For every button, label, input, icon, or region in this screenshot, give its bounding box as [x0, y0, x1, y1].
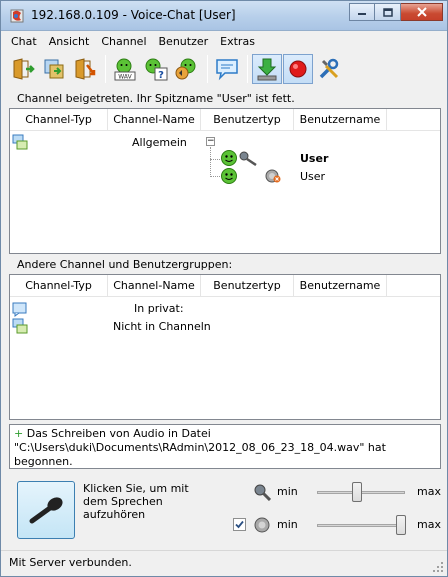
- collapse-toggle[interactable]: −: [206, 137, 215, 146]
- move-button[interactable]: [39, 54, 69, 84]
- user-row[interactable]: User: [220, 149, 440, 167]
- record-icon: [289, 60, 307, 78]
- tools-button[interactable]: [314, 54, 344, 84]
- close-icon: [416, 7, 427, 17]
- title-bar[interactable]: 192.168.0.109 - Voice-Chat [User]: [1, 1, 447, 31]
- speaker-slider-track[interactable]: [317, 524, 405, 527]
- channel-list-header: Channel-Typ Channel-Name Benutzertyp Ben…: [10, 109, 440, 131]
- not-in-channel-row[interactable]: Nicht in Channeln: [10, 317, 440, 335]
- join-channel-icon: [13, 58, 35, 80]
- mic-slider-thumb[interactable]: [351, 482, 362, 502]
- user-row[interactable]: User: [220, 167, 440, 185]
- channel-type-icon: [12, 134, 28, 150]
- column-channel-name[interactable]: Channel-Name: [108, 275, 201, 296]
- user-help-icon: ?: [145, 58, 168, 81]
- close-button[interactable]: [401, 3, 443, 21]
- toolbar-separator: [105, 55, 106, 83]
- speaker-volume-icon: [254, 517, 270, 533]
- column-channel-typ[interactable]: Channel-Typ: [10, 109, 108, 130]
- column-benutzername[interactable]: Benutzername: [294, 109, 387, 130]
- not-in-channel-label: Nicht in Channeln: [113, 320, 211, 333]
- column-benutzertyp[interactable]: Benutzertyp: [201, 275, 294, 296]
- join-channel-button[interactable]: [8, 54, 38, 84]
- download-icon: [257, 58, 277, 81]
- toolbar-separator: [207, 55, 208, 83]
- menu-bar: Chat Ansicht Channel Benutzer Extras: [1, 31, 447, 51]
- mic-min-label: min: [277, 485, 298, 498]
- private-label: In privat:: [134, 302, 184, 315]
- move-icon: [44, 59, 64, 79]
- user-sound-icon: [175, 58, 196, 80]
- other-list-header: Channel-Typ Channel-Name Benutzertyp Ben…: [10, 275, 440, 297]
- leave-channel-button[interactable]: [70, 54, 100, 84]
- user-type-speaker-muted-icon: [265, 169, 281, 183]
- other-channels-label: Andere Channel und Benutzergruppen:: [17, 258, 233, 271]
- status-bar: Mit Server verbunden.: [1, 550, 447, 576]
- app-window: 192.168.0.109 - Voice-Chat [User] Chat A…: [0, 0, 448, 577]
- leave-icon: [75, 58, 96, 80]
- chat-message-icon: [216, 59, 238, 81]
- voice-controls: Klicken Sie, um mit dem Sprechen aufzuhö…: [9, 473, 441, 545]
- tree-line: [210, 147, 211, 177]
- record-button[interactable]: [283, 54, 313, 84]
- mic-volume-icon: [254, 484, 271, 501]
- user-smiley-icon: [221, 168, 237, 184]
- tools-icon: [319, 58, 339, 79]
- channel-list[interactable]: Channel-Typ Channel-Name Benutzertyp Ben…: [9, 108, 441, 254]
- menu-chat[interactable]: Chat: [5, 35, 43, 48]
- log-marker: +: [14, 427, 24, 440]
- microphone-icon: [29, 497, 63, 524]
- mic-volume-row: min max: [249, 480, 441, 504]
- resize-grip-icon[interactable]: [432, 561, 444, 573]
- app-logo-icon: [10, 9, 24, 23]
- checkmark-icon: [235, 520, 244, 529]
- log-message: Das Schreiben von Audio in Datei "C:\Use…: [14, 427, 386, 468]
- chat-message-button[interactable]: [212, 54, 242, 84]
- user-wav-icon: WAV: [114, 58, 136, 81]
- toolbar-separator: [247, 55, 248, 83]
- speaker-volume-row: min max: [231, 513, 441, 537]
- tree-line: [210, 176, 220, 177]
- toolbar: WAV ?: [1, 51, 447, 87]
- channel-name: Allgemein: [132, 136, 187, 149]
- log-area[interactable]: + Das Schreiben von Audio in Datei "C:\U…: [9, 424, 441, 469]
- menu-ansicht[interactable]: Ansicht: [43, 35, 96, 48]
- speaker-enable-checkbox[interactable]: [233, 518, 246, 531]
- user-type-mic-icon: [239, 151, 257, 166]
- private-row[interactable]: In privat:: [10, 300, 440, 318]
- talk-hint: Klicken Sie, um mit dem Sprechen aufzuhö…: [83, 482, 189, 521]
- maximize-button[interactable]: [375, 3, 401, 21]
- download-button[interactable]: [252, 54, 282, 84]
- user-smiley-icon: [221, 150, 237, 166]
- speaker-min-label: min: [277, 518, 298, 531]
- column-channel-typ[interactable]: Channel-Typ: [10, 275, 108, 296]
- private-channel-icon: [12, 302, 27, 317]
- other-channels-list[interactable]: Channel-Typ Channel-Name Benutzertyp Ben…: [9, 274, 441, 420]
- menu-channel[interactable]: Channel: [95, 35, 152, 48]
- connection-status: Mit Server verbunden.: [9, 556, 132, 569]
- svg-text:?: ?: [158, 70, 164, 81]
- push-to-talk-button[interactable]: [17, 481, 75, 539]
- maximize-icon: [382, 7, 393, 17]
- menu-benutzer[interactable]: Benutzer: [153, 35, 215, 48]
- user-help-button[interactable]: ?: [141, 54, 171, 84]
- window-title: 192.168.0.109 - Voice-Chat [User]: [31, 8, 236, 22]
- status-message: Channel beigetreten. Ihr Spitzname "User…: [17, 92, 295, 105]
- column-channel-name[interactable]: Channel-Name: [108, 109, 201, 130]
- tree-line: [210, 159, 220, 160]
- speaker-slider-thumb[interactable]: [395, 515, 406, 535]
- channel-type-icon: [12, 318, 28, 334]
- svg-text:WAV: WAV: [118, 74, 132, 81]
- minimize-icon: [358, 13, 366, 15]
- user-sound-button[interactable]: [172, 54, 202, 84]
- column-benutzertyp[interactable]: Benutzertyp: [201, 109, 294, 130]
- mic-max-label: max: [417, 485, 441, 498]
- speaker-max-label: max: [417, 518, 441, 531]
- column-benutzername[interactable]: Benutzername: [294, 275, 387, 296]
- minimize-button[interactable]: [349, 3, 375, 21]
- username-bold: User: [300, 152, 329, 165]
- username: User: [300, 170, 326, 183]
- menu-extras[interactable]: Extras: [214, 35, 261, 48]
- user-wav-button[interactable]: WAV: [110, 54, 140, 84]
